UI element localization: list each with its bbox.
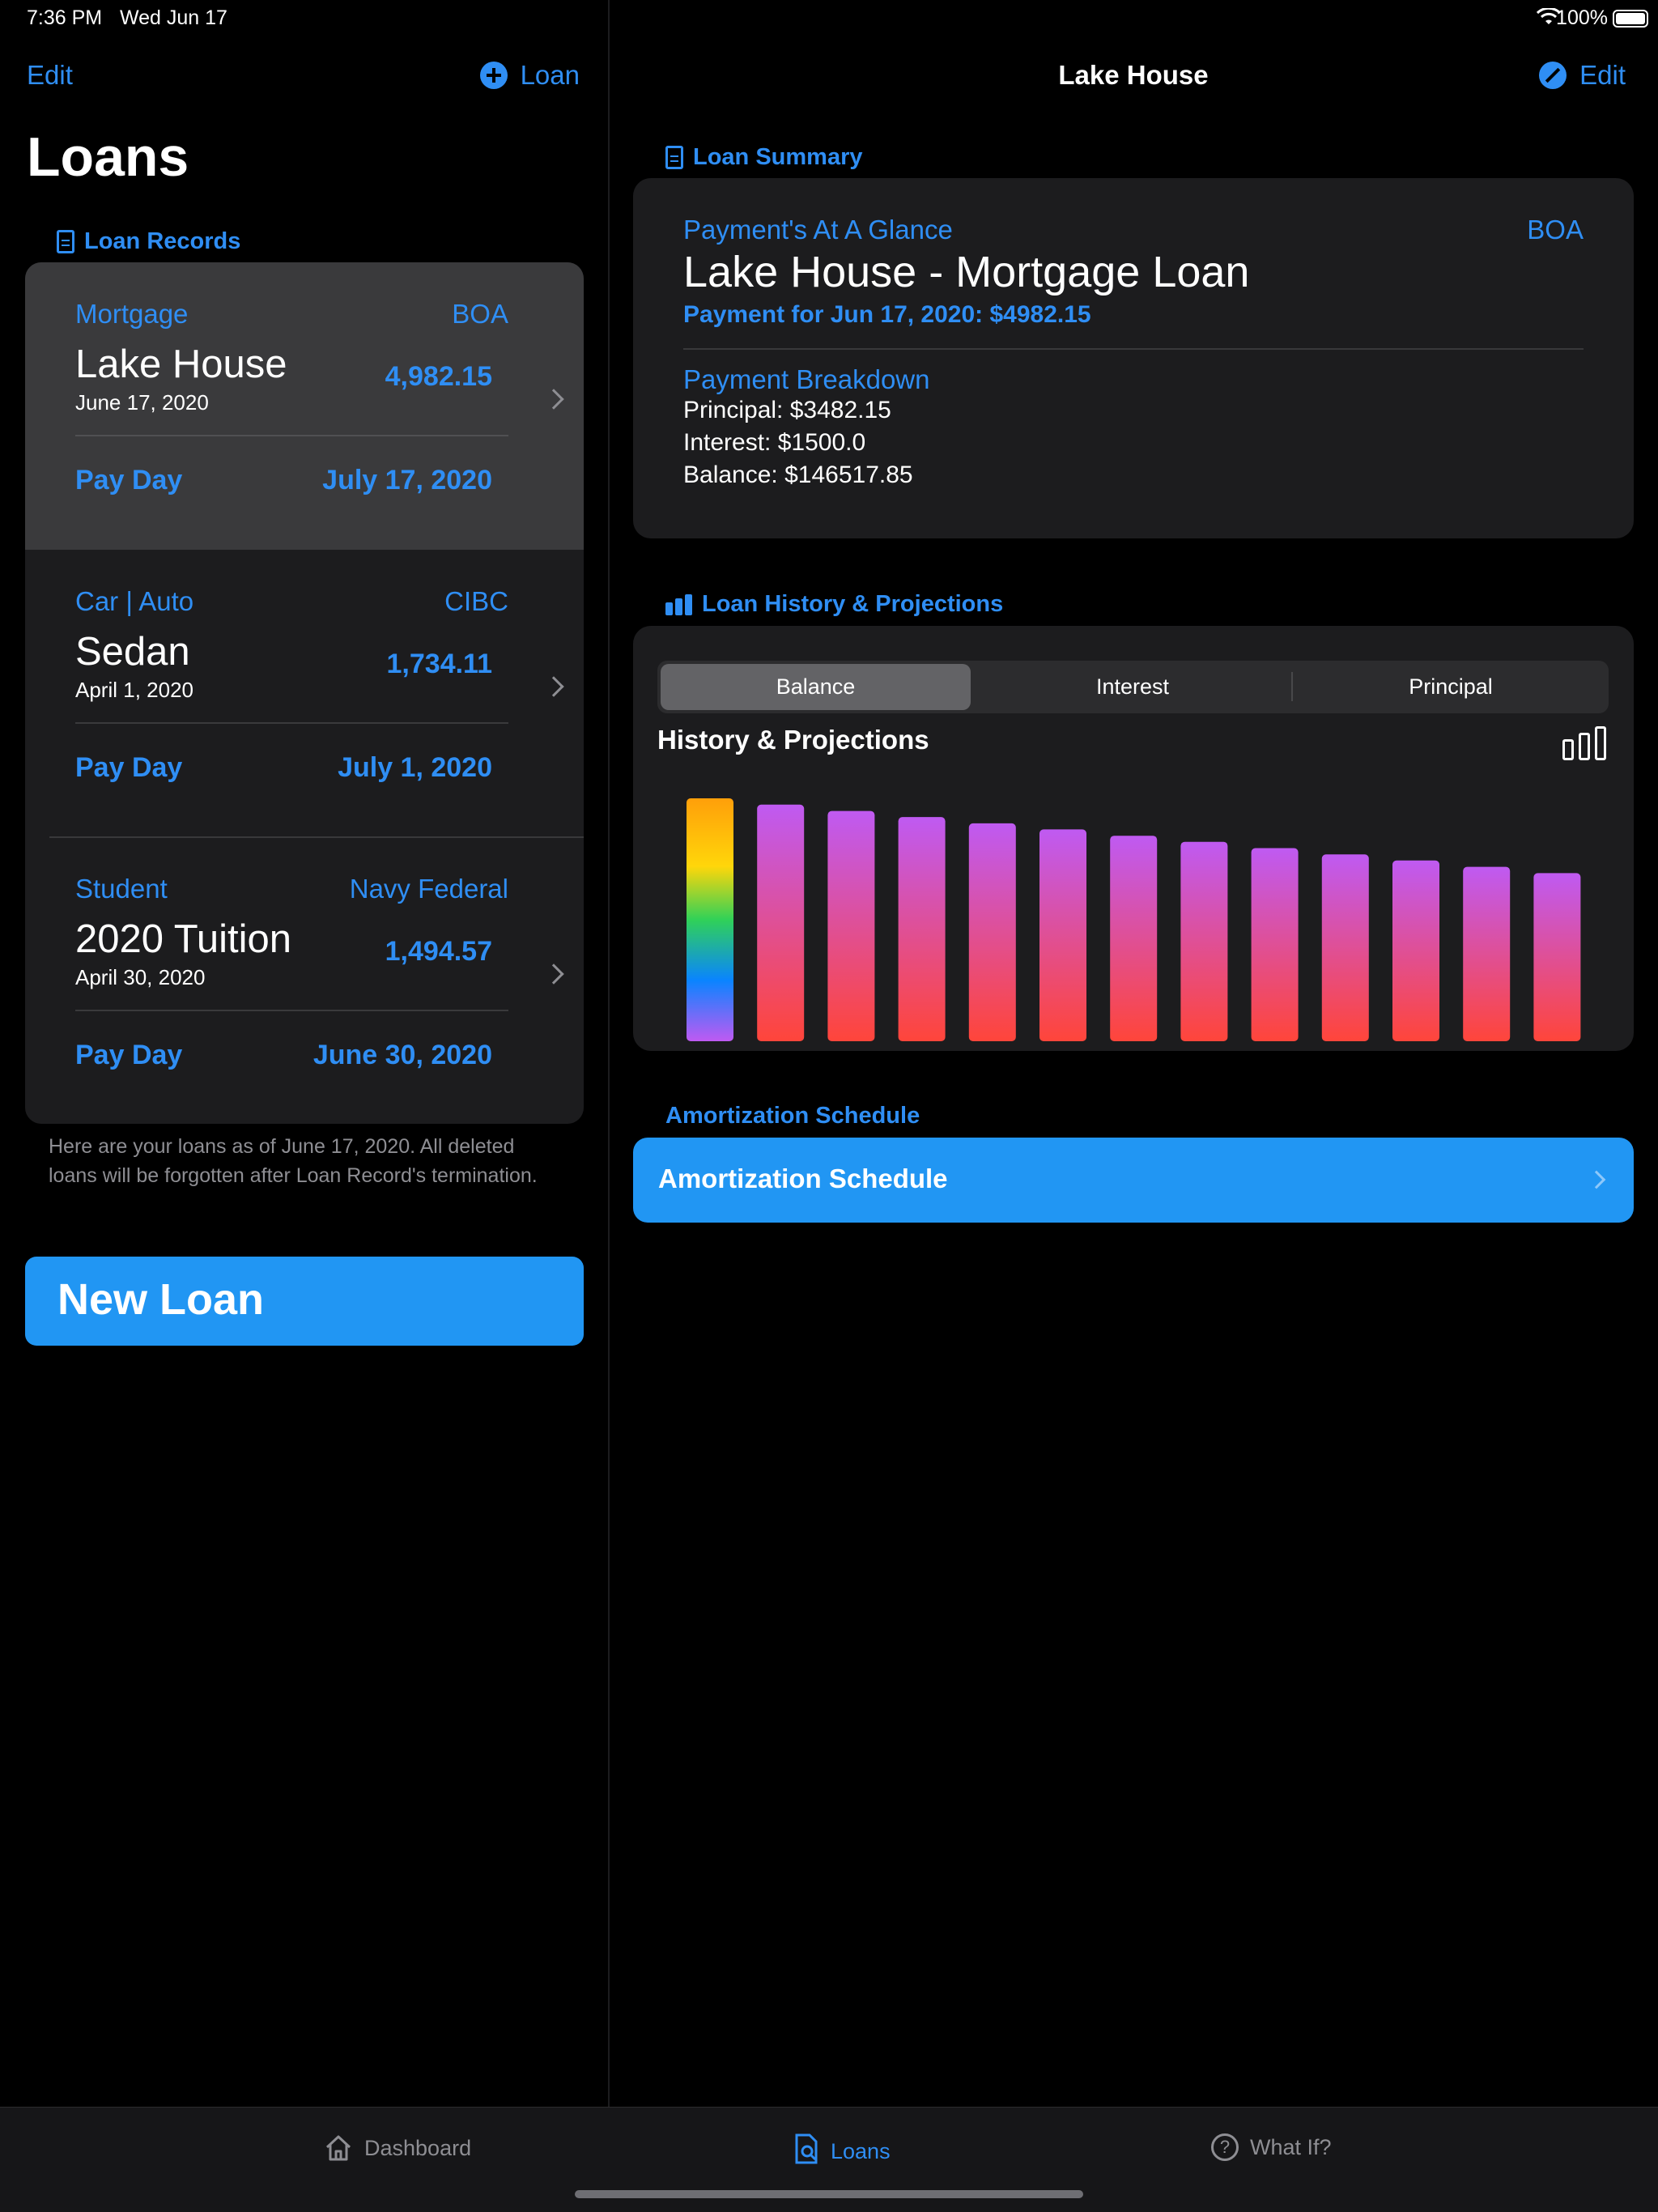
loan-card-sedan[interactable]: Car | Auto CIBC Sedan April 1, 2020 1,73… [25,550,584,837]
loan-date: April 30, 2020 [75,965,206,989]
loan-amount: 4,982.15 [385,361,492,392]
bar-chart [687,798,1581,1042]
tab-what-if-label: What If? [1250,2134,1332,2159]
chart-bar[interactable] [1321,854,1369,1041]
balance-line: Balance: $146517.85 [683,462,913,488]
payday-label: Pay Day [75,1040,183,1070]
bar-chart-icon [665,593,692,615]
new-loan-button[interactable]: New Loan [25,1257,584,1346]
detail-edit-button[interactable]: Edit [1539,60,1626,91]
pencil-circle-icon [1539,62,1567,89]
loan-name: Lake House [75,342,287,386]
chevron-right-icon [1587,1170,1606,1189]
loan-amount: 1,734.11 [386,649,492,679]
glance-label: Payment's At A Glance [683,215,953,245]
loan-date: April 1, 2020 [75,678,193,702]
loan-records-label: Loan Records [84,228,241,254]
chart-section-header: Loan History & Projections [665,591,1003,618]
chart-bar[interactable] [1392,860,1439,1041]
chart-section-label: Loan History & Projections [702,591,1004,617]
loan-name: Sedan [75,630,190,674]
loan-list: Mortgage BOA Lake House June 17, 2020 4,… [25,262,584,1124]
tab-dashboard-label: Dashboard [364,2135,472,2160]
amortization-header: Amortization Schedule [665,1103,920,1129]
payday-label: Pay Day [75,752,183,783]
card-divider [75,435,508,436]
principal-line: Principal: $3482.15 [683,397,891,423]
battery-icon [1613,10,1648,28]
chart-bar[interactable] [1039,829,1086,1041]
card-divider [75,1010,508,1011]
loan-records-header: Loan Records [57,228,240,255]
chart-bar[interactable] [757,804,805,1041]
new-loan-label: New Loan [57,1275,265,1324]
loans-footnote: Here are your loans as of June 17, 2020.… [49,1135,538,1187]
document-icon [665,146,683,169]
payday-date: July 17, 2020 [322,465,492,496]
chevron-right-icon [543,676,564,697]
add-loan-label: Loan [520,60,580,90]
loan-lender: CIBC [444,586,508,616]
plus-circle-icon [479,62,508,89]
history-chart-card: Balance Interest Principal History & Pro… [633,626,1634,1051]
loan-summary-label: Loan Summary [693,144,863,170]
tab-loans-label: Loans [831,2139,891,2163]
chevron-right-icon [543,963,564,985]
breakdown-label: Payment Breakdown [683,364,930,394]
chart-bar[interactable] [687,798,733,1041]
summary-payment: Payment for Jun 17, 2020: $4982.15 [683,301,1091,328]
tab-what-if[interactable]: ? What If? [1211,2133,1332,2161]
loan-date: June 17, 2020 [75,390,209,415]
chart-bar[interactable] [827,810,875,1041]
payday-date: July 1, 2020 [338,752,492,783]
amortization-button[interactable]: Amortization Schedule [633,1138,1634,1223]
tab-dashboard[interactable]: Dashboard [324,2133,471,2163]
left-edit-button[interactable]: Edit [27,60,73,91]
loan-summary-header: Loan Summary [665,144,863,171]
summary-lender: BOA [1527,215,1584,245]
chart-bar[interactable] [1110,836,1158,1041]
chevron-right-icon [543,389,564,410]
chart-bar[interactable] [1533,873,1581,1041]
summary-divider [683,348,1584,350]
card-divider [75,722,508,724]
chart-bar[interactable] [968,823,1016,1041]
loan-name: 2020 Tuition [75,917,291,961]
page-title: Loans [27,126,189,188]
split-divider [608,0,610,2107]
status-date: Wed Jun 17 [120,6,227,29]
loan-card-tuition[interactable]: Student Navy Federal 2020 Tuition April … [25,837,584,1124]
chart-bar[interactable] [1251,848,1299,1042]
tab-loans[interactable]: Loans [793,2133,891,2170]
chart-bar[interactable] [898,817,946,1041]
loan-lender: BOA [452,299,508,329]
loan-type: Car | Auto [75,586,194,616]
battery-percent: 100% [1556,6,1608,29]
amortization-label: Amortization Schedule [658,1163,948,1193]
house-icon [324,2133,353,2163]
loan-card-lake-house[interactable]: Mortgage BOA Lake House June 17, 2020 4,… [25,262,584,550]
question-circle-icon: ? [1211,2133,1239,2161]
loan-type: Mortgage [75,299,189,329]
loan-amount: 1,494.57 [385,936,492,967]
summary-title: Lake House - Mortgage Loan [683,248,1250,296]
add-loan-button[interactable]: Loan [479,60,580,91]
payday-label: Pay Day [75,465,183,496]
loan-summary-card: Payment's At A Glance BOA Lake House - M… [633,178,1634,538]
chart-bar[interactable] [1180,841,1228,1041]
chart-bar[interactable] [1463,866,1511,1041]
loan-type: Student [75,874,168,904]
detail-edit-label: Edit [1579,60,1626,90]
status-time: 7:36 PM [27,6,103,29]
interest-line: Interest: $1500.0 [683,429,866,456]
payday-date: June 30, 2020 [312,1040,492,1070]
doc-search-icon [793,2133,819,2170]
home-indicator[interactable] [575,2190,1083,2198]
detail-title: Lake House [1058,60,1209,90]
loan-lender: Navy Federal [349,874,508,904]
document-icon [57,230,74,253]
